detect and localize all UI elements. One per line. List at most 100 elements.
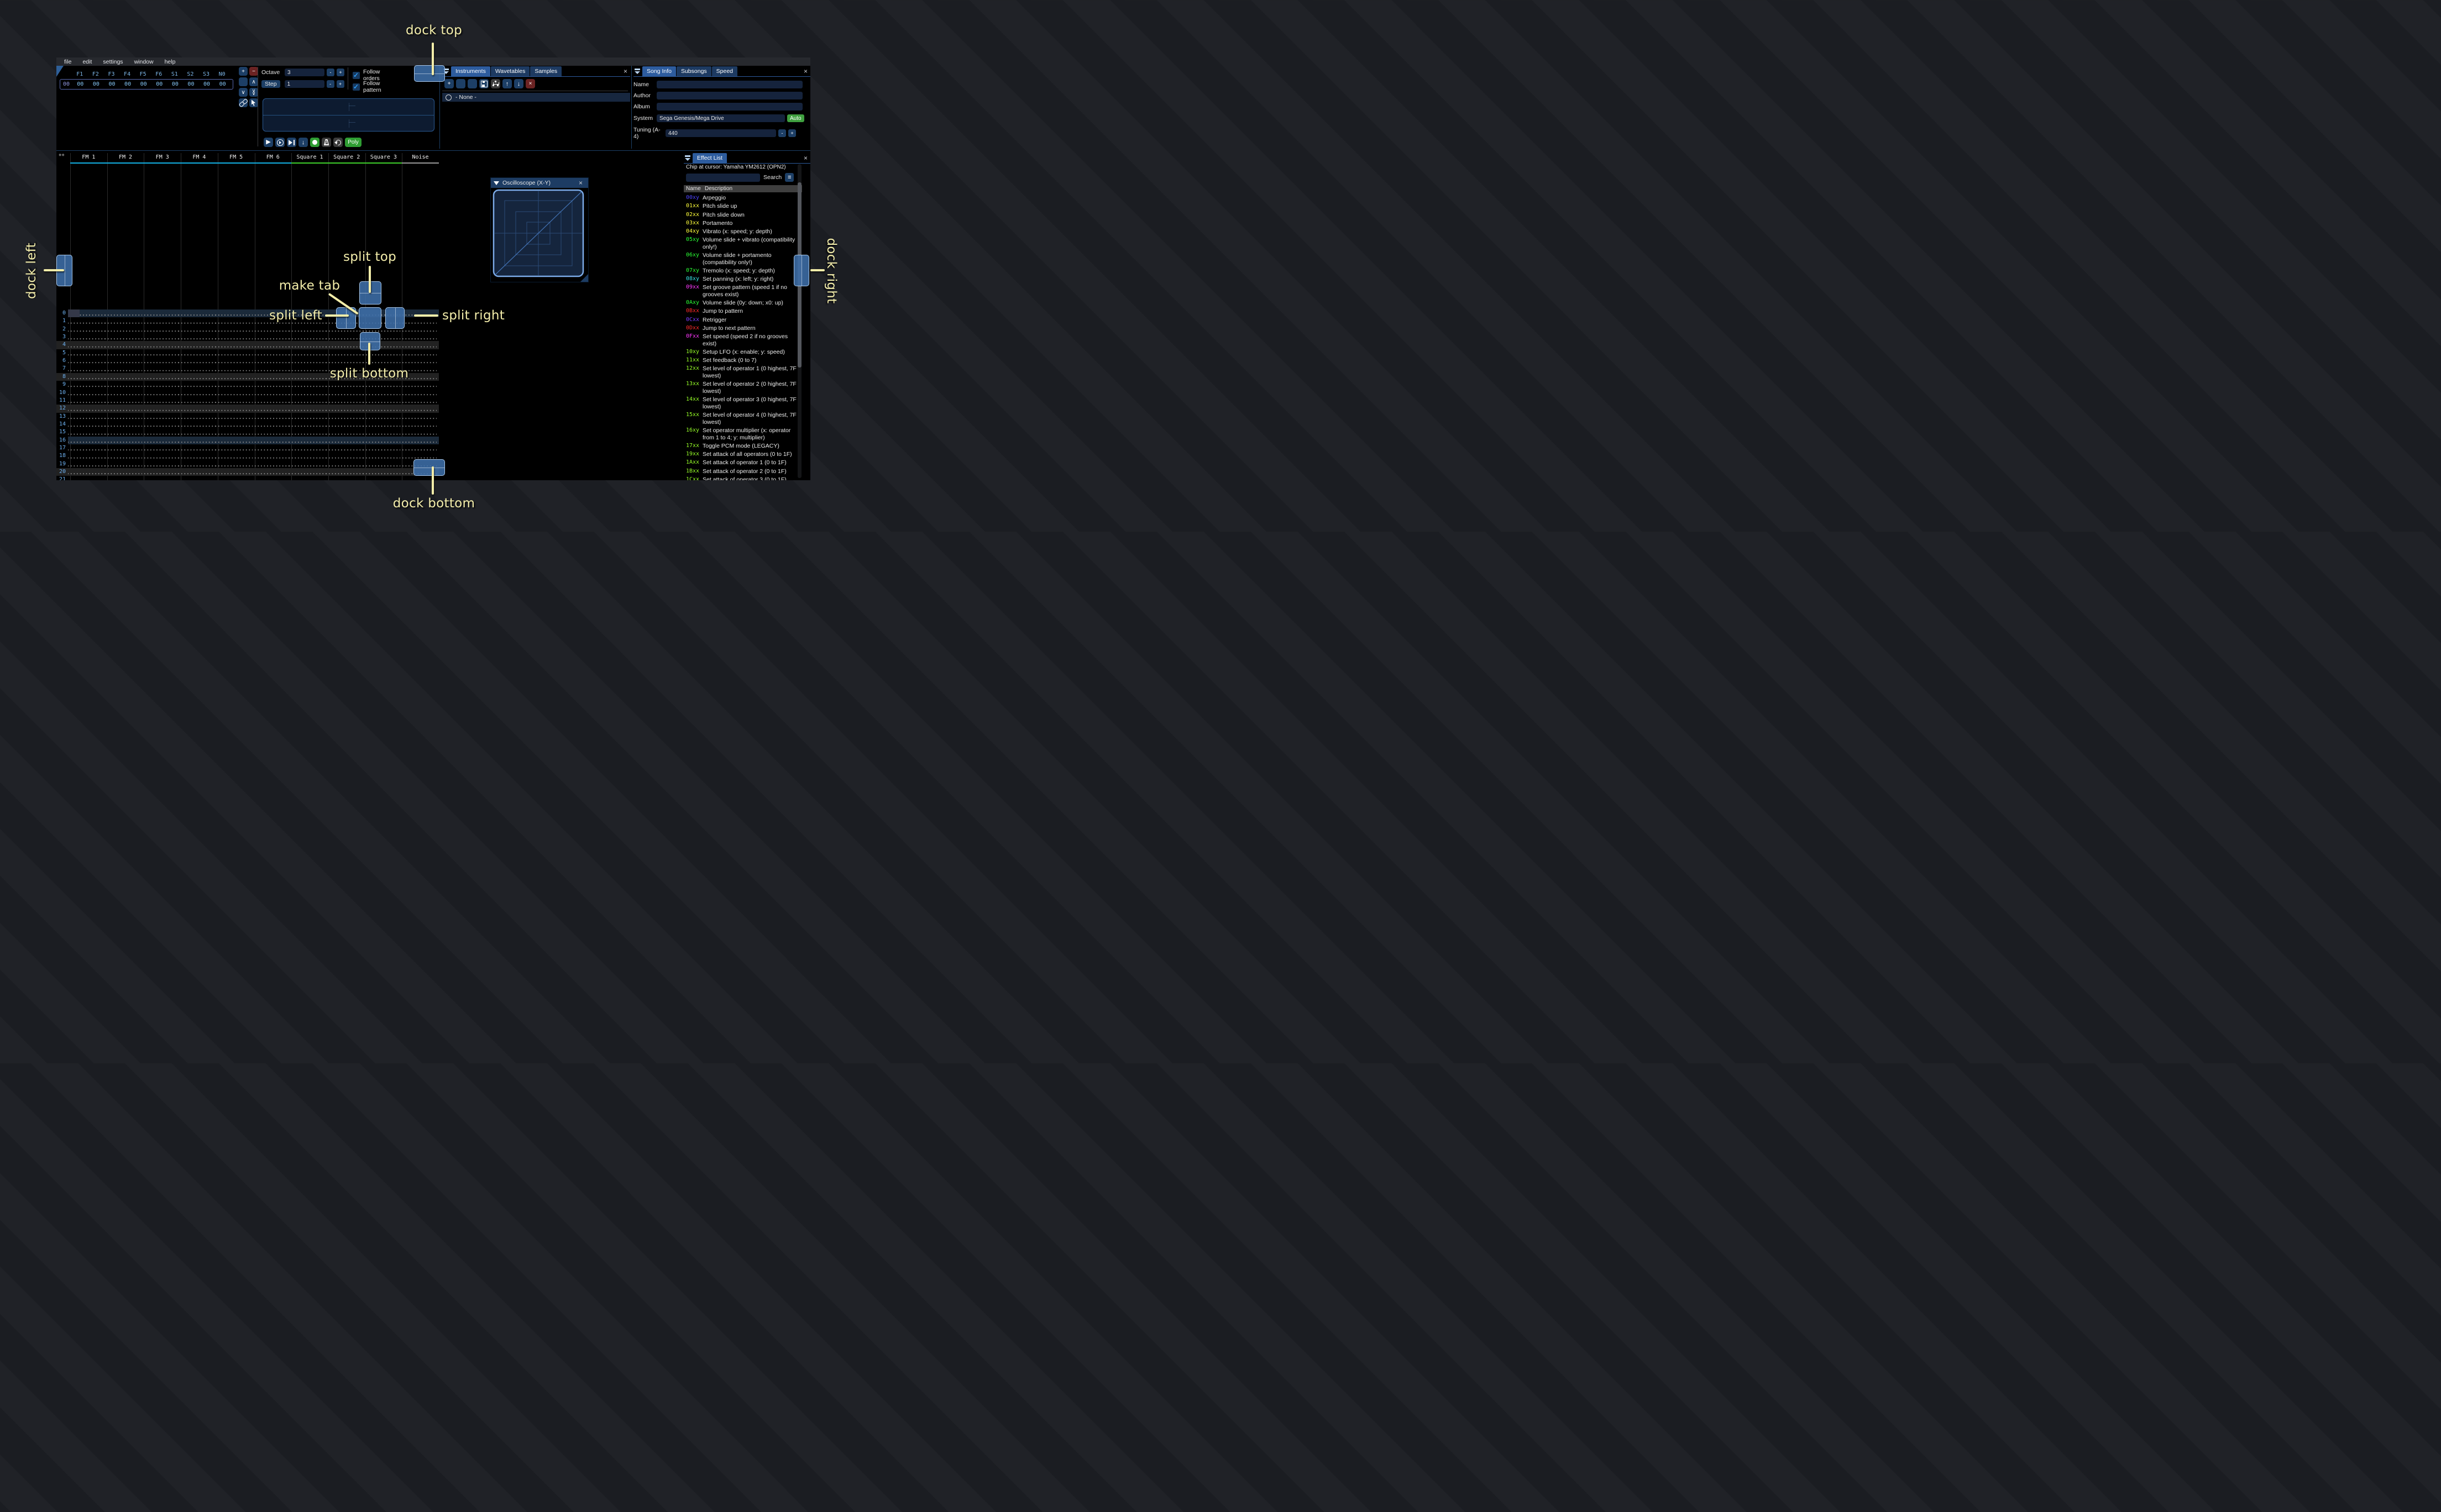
pattern-cell[interactable]: [400, 333, 437, 342]
pattern-corner[interactable]: ++: [59, 153, 65, 158]
pattern-cell[interactable]: [215, 389, 253, 397]
tuning-plus-button[interactable]: +: [788, 129, 796, 137]
tuning-input[interactable]: 440: [666, 129, 776, 137]
pattern-cell[interactable]: [252, 428, 290, 437]
pattern-cell[interactable]: [179, 357, 216, 365]
pattern-cell[interactable]: [363, 412, 400, 421]
pattern-cell[interactable]: [252, 372, 290, 381]
step-plus-button[interactable]: +: [336, 80, 344, 88]
author-input[interactable]: [657, 92, 803, 99]
effect-row-1Bxx[interactable]: 1Bxx Set attack of operator 2 (0 to 1F): [684, 467, 799, 475]
effect-row-19xx[interactable]: 19xx Set attack of all operators (0 to 1F…: [684, 450, 799, 459]
tuning-minus-button[interactable]: -: [778, 129, 786, 137]
effect-row-1Axx[interactable]: 1Axx Set attack of operator 1 (0 to 1F): [684, 459, 799, 467]
pattern-cell[interactable]: [215, 412, 253, 421]
pattern-cell[interactable]: [179, 444, 216, 453]
pattern-cell[interactable]: [289, 420, 326, 429]
pattern-cell[interactable]: [142, 309, 179, 318]
pattern-row-11[interactable]: 11: [56, 396, 439, 405]
pattern-cell[interactable]: [68, 428, 105, 437]
pattern-row-5[interactable]: 5: [56, 349, 439, 358]
pattern-cell[interactable]: [142, 381, 179, 389]
pattern-cell[interactable]: [104, 389, 142, 397]
up-button[interactable]: ↑: [502, 79, 512, 88]
pattern-cell[interactable]: [68, 357, 105, 365]
pattern-cell[interactable]: [289, 444, 326, 453]
pattern-cell[interactable]: [179, 341, 216, 349]
pattern-cell[interactable]: [215, 468, 253, 476]
menu-window[interactable]: window: [129, 59, 159, 65]
pattern-cell[interactable]: [400, 396, 437, 405]
effect-row-01xx[interactable]: 01xx Pitch slide up: [684, 202, 799, 211]
order-row[interactable]: 00 00 00 00 00 00 00 00 00 00 00: [60, 79, 233, 90]
pattern-cell[interactable]: [289, 452, 326, 460]
step-button[interactable]: Step: [261, 80, 280, 88]
pattern-cell[interactable]: [363, 389, 400, 397]
dock-right-target[interactable]: [794, 255, 809, 286]
pattern-row-10[interactable]: 10: [56, 389, 439, 397]
pattern-cell[interactable]: [104, 309, 142, 318]
pattern-cell[interactable]: [104, 405, 142, 413]
pattern-cell[interactable]: [104, 468, 142, 476]
pattern-cell[interactable]: [252, 468, 290, 476]
pattern-cell[interactable]: [142, 325, 179, 334]
order-cell[interactable]: 00: [104, 81, 120, 87]
pattern-cell[interactable]: [142, 420, 179, 429]
pattern-cell[interactable]: [215, 349, 253, 358]
tab-subsongs[interactable]: Subsongs: [676, 66, 711, 76]
open-button[interactable]: [468, 79, 477, 88]
pattern-cell[interactable]: [326, 405, 363, 413]
pattern-cell[interactable]: [289, 349, 326, 358]
order-cell[interactable]: 00: [120, 81, 136, 87]
dock-bottom-target[interactable]: [413, 459, 445, 476]
pattern-cell[interactable]: [68, 333, 105, 342]
instrument-list-item[interactable]: - None -: [442, 93, 630, 102]
pattern-cell[interactable]: [252, 436, 290, 444]
pattern-row-4[interactable]: 4: [56, 341, 439, 349]
pattern-cell[interactable]: [104, 460, 142, 468]
pattern-cell[interactable]: [326, 357, 363, 365]
pattern-cell[interactable]: [400, 412, 437, 421]
effect-row-16xy[interactable]: 16xy Set operator multiplier (x: operator…: [684, 427, 799, 442]
step-button[interactable]: ↓: [298, 138, 308, 147]
effect-row-00xy[interactable]: 00xy Arpeggio: [684, 194, 799, 202]
move-up-button[interactable]: ∧: [249, 77, 258, 86]
order-cell[interactable]: 00: [88, 81, 104, 87]
repeat-button[interactable]: [333, 138, 343, 147]
pattern-cell[interactable]: [400, 436, 437, 444]
pattern-cell[interactable]: [326, 476, 363, 480]
close-icon[interactable]: ×: [801, 67, 810, 75]
pattern-cell[interactable]: [68, 341, 105, 349]
effect-search-input[interactable]: [686, 173, 760, 182]
remove-button[interactable]: −: [249, 67, 258, 76]
channel-header-fm-4[interactable]: FM 4: [181, 153, 218, 164]
pattern-cell[interactable]: [326, 412, 363, 421]
pattern-cell[interactable]: [142, 412, 179, 421]
octave-input[interactable]: 3: [285, 69, 324, 76]
pattern-cell[interactable]: [363, 405, 400, 413]
pattern-cell[interactable]: [179, 381, 216, 389]
effect-row-0Dxx[interactable]: 0Dxx Jump to next pattern: [684, 324, 799, 333]
pattern-cell[interactable]: [104, 317, 142, 326]
play-pattern-button[interactable]: [275, 138, 285, 147]
pattern-cell[interactable]: [179, 372, 216, 381]
down-button[interactable]: ↓: [514, 79, 523, 88]
pattern-cell[interactable]: [68, 460, 105, 468]
pattern-cell[interactable]: [289, 436, 326, 444]
pattern-cell[interactable]: [400, 341, 437, 349]
oscilloscope-window[interactable]: Oscilloscope (X-Y) ×: [490, 177, 589, 282]
oscilloscope-titlebar[interactable]: Oscilloscope (X-Y) ×: [491, 178, 588, 188]
pattern-cell[interactable]: [179, 396, 216, 405]
pattern-cell[interactable]: [252, 389, 290, 397]
play-button[interactable]: ▶: [264, 138, 273, 147]
pattern-cell[interactable]: [142, 428, 179, 437]
pattern-cell[interactable]: [326, 420, 363, 429]
pattern-cell[interactable]: [215, 357, 253, 365]
pattern-cell[interactable]: [215, 381, 253, 389]
order-cell[interactable]: 00: [72, 81, 88, 87]
octave-plus-button[interactable]: +: [337, 69, 344, 76]
effect-row-0Axy[interactable]: 0Axy Volume slide (0y: down; x0: up): [684, 299, 799, 307]
pattern-cell[interactable]: [363, 420, 400, 429]
pattern-cell[interactable]: [215, 365, 253, 373]
play-cursor-button[interactable]: [287, 138, 296, 147]
